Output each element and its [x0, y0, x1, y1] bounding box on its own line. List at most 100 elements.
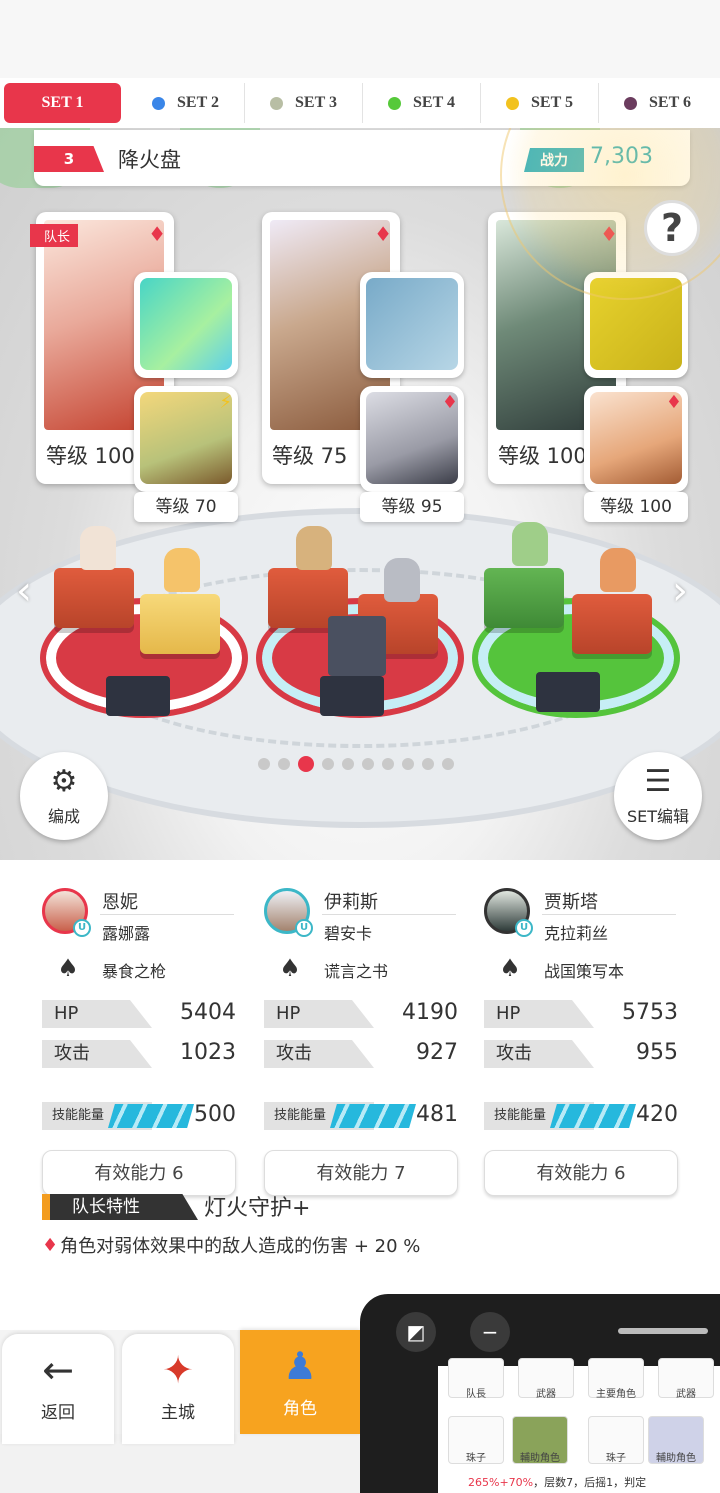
city-label: 主城 — [161, 1403, 195, 1423]
tab-set-6[interactable]: SET 6 — [599, 83, 716, 123]
support-slot-2[interactable]: ♦ — [360, 386, 464, 492]
diamond-icon: ♦ — [42, 1234, 59, 1256]
back-label: 返回 — [41, 1403, 75, 1423]
hero-chibi — [296, 526, 332, 570]
page-dot[interactable] — [278, 758, 290, 770]
hero-chibi — [512, 522, 548, 566]
drag-handle[interactable] — [618, 1328, 708, 1334]
page-dot[interactable] — [382, 758, 394, 770]
slot-cell: 武器 — [518, 1358, 574, 1400]
diamond-icon: ♦ — [600, 222, 618, 246]
avatar[interactable]: U — [264, 888, 313, 937]
book-weapon-plate — [328, 616, 386, 676]
scroll-weapon-icon — [590, 278, 682, 370]
weapon-type-icon: ♠ — [57, 954, 79, 982]
tab-set-2[interactable]: SET 2 — [127, 83, 245, 123]
slot-cell: 队長 — [448, 1358, 504, 1400]
set-edit-label: SET编辑 — [626, 807, 690, 826]
color-dot-icon — [388, 96, 402, 110]
effective-ability-button[interactable]: 有效能力 6 — [484, 1150, 678, 1196]
diamond-icon: ♦ — [374, 222, 392, 246]
weapon-row: ♠ 谎言之书 — [270, 954, 388, 986]
page-dot[interactable] — [422, 758, 434, 770]
stat-value: 4190 — [402, 1000, 458, 1025]
stat-value: 1023 — [180, 1040, 236, 1065]
city-button[interactable]: ✦ 主城 — [122, 1334, 234, 1444]
stat-value: 420 — [636, 1102, 678, 1127]
hp-stat: HP 5753 — [484, 1000, 678, 1028]
hero-level: 等级 100 — [498, 444, 587, 468]
tab-set-3[interactable]: SET 3 — [245, 83, 363, 123]
minimize-icon[interactable]: − — [470, 1312, 510, 1352]
resize-icon[interactable]: ◩ — [396, 1312, 436, 1352]
support-name: 碧安卡 — [324, 924, 373, 943]
weapon-row: ♠ 暴食之枪 — [48, 954, 166, 986]
slot-cell: 主要角色 — [588, 1358, 644, 1400]
hero-name: 恩妮 — [102, 892, 138, 913]
floating-text-rest: ，层数7，后摇1，判定 — [533, 1476, 647, 1489]
weapon-slot-2[interactable] — [360, 272, 464, 378]
hero-level: 等级 75 — [272, 444, 348, 468]
diamond-icon: ♦ — [441, 392, 458, 413]
stat-label: HP — [42, 1000, 152, 1028]
character-icon: ♟ — [282, 1344, 318, 1388]
hero-chibi — [80, 526, 116, 570]
page-dot[interactable] — [402, 758, 414, 770]
weapon-slot-3[interactable] — [584, 272, 688, 378]
person-gear-icon: ⚙ — [50, 764, 78, 799]
leader-trait-label: 队长特性 — [42, 1194, 198, 1220]
tab-label: SET 2 — [177, 94, 219, 111]
weapon-slot-1[interactable] — [134, 272, 238, 378]
stat-value: 481 — [416, 1102, 458, 1127]
support-slot-1[interactable]: ⚡ — [134, 386, 238, 492]
status-area — [0, 0, 720, 78]
page-indicator — [258, 756, 454, 772]
chevron-left-icon[interactable]: ‹ — [16, 568, 46, 618]
unique-badge-icon: U — [515, 919, 533, 937]
page-dot[interactable] — [258, 758, 270, 770]
divider — [322, 914, 456, 915]
skill-energy: 技能能量 500 — [42, 1102, 236, 1130]
weapon-type-icon: ♠ — [279, 954, 301, 982]
support-slot-3[interactable]: ♦ — [584, 386, 688, 492]
formation-label: 编成 — [47, 807, 80, 826]
support-chibi — [384, 558, 420, 602]
weapon-name: 谎言之书 — [324, 962, 389, 981]
leader-effect: ♦ 角色对弱体效果中的敌人造成的伤害 + 20 % — [42, 1232, 420, 1258]
tab-set-1[interactable]: SET 1 — [4, 83, 121, 123]
tab-label: SET 6 — [649, 94, 691, 111]
team-name[interactable]: 降火盘 — [118, 144, 181, 174]
back-button[interactable]: ← 返回 — [2, 1334, 114, 1444]
character-label: 角色 — [283, 1399, 317, 1419]
pedestal-block — [140, 594, 220, 654]
stat-label: HP — [264, 1000, 374, 1028]
floating-window[interactable]: ◩ − 队長 武器 主要角色 武器 珠子 輔助角色 珠子 輔助角色 265%+7… — [360, 1294, 720, 1493]
pedestal-block — [572, 594, 652, 654]
formation-button[interactable]: ⚙ 编成 — [20, 752, 108, 840]
slot-cell: 珠子 — [448, 1416, 504, 1464]
leader-effect-text: 角色对弱体效果中的敌人造成的伤害 + 20 % — [60, 1236, 421, 1257]
avatar[interactable]: U — [42, 888, 91, 937]
support-chibi — [600, 548, 636, 592]
attack-stat: 攻击 955 — [484, 1040, 678, 1068]
skill-energy: 技能能量 420 — [484, 1102, 678, 1130]
page-dot[interactable] — [362, 758, 374, 770]
set-edit-button[interactable]: ☰ SET编辑 — [614, 752, 702, 840]
stat-value: 5753 — [622, 1000, 678, 1025]
skill-energy-bar — [550, 1104, 636, 1128]
page-dot[interactable] — [342, 758, 354, 770]
avatar[interactable]: U — [484, 888, 533, 937]
tab-set-4[interactable]: SET 4 — [363, 83, 481, 123]
tab-set-5[interactable]: SET 5 — [481, 83, 599, 123]
character-button[interactable]: ♟ 角色 — [240, 1330, 360, 1434]
chevron-right-icon[interactable]: › — [672, 568, 702, 618]
stat-label: 攻击 — [42, 1040, 152, 1068]
page-dot[interactable] — [322, 758, 334, 770]
tab-label: SET 3 — [295, 94, 337, 111]
page-dot-active[interactable] — [298, 756, 314, 772]
support-level: 等级 95 — [360, 492, 464, 522]
help-icon[interactable]: ? — [644, 200, 700, 256]
page-dot[interactable] — [442, 758, 454, 770]
hero-name: 伊莉斯 — [324, 892, 378, 913]
weapon-type-icon: ♠ — [499, 954, 521, 982]
